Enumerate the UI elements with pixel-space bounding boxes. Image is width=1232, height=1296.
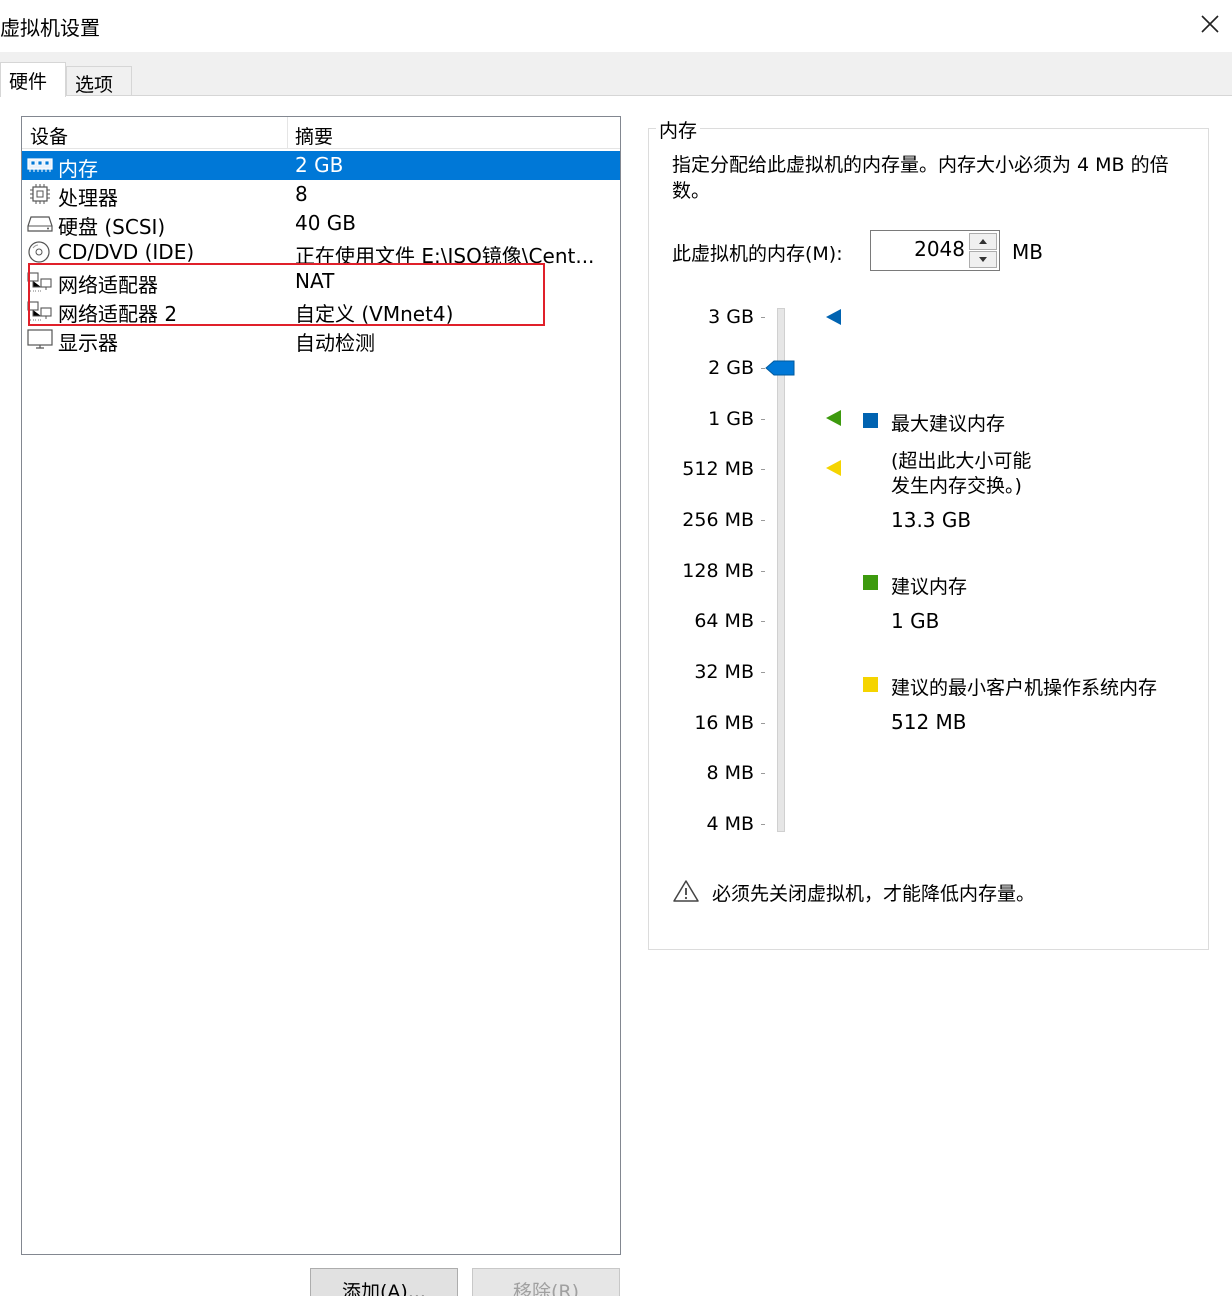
device-row-cd-dvd[interactable]: CD/DVD (IDE) 正在使用文件 E:\ISO镜像\Cent... (22, 238, 620, 268)
device-name: 硬盘 (SCSI) (58, 215, 166, 239)
close-icon[interactable] (1196, 10, 1224, 38)
device-name: 内存 (58, 157, 98, 181)
device-summary: 自定义 (VMnet4) (295, 302, 454, 326)
max-recommended-marker-icon (826, 309, 841, 325)
scale-tick (761, 824, 765, 825)
scale-tick (761, 469, 765, 470)
max-recommended-value: 13.3 GB (891, 508, 972, 532)
recommended-marker-icon (826, 410, 841, 426)
recommended-value: 1 GB (891, 609, 940, 633)
device-row-processor[interactable]: 处理器 8 (22, 180, 620, 210)
display-icon (27, 328, 53, 350)
scale-tick (761, 672, 765, 673)
scale-tick (761, 723, 765, 724)
scale-tick (761, 571, 765, 572)
scale-label: 1 GB (708, 408, 754, 430)
network-adapter-icon (27, 270, 53, 292)
add-button[interactable]: 添加(A)... (310, 1268, 458, 1296)
spin-down-button[interactable] (969, 251, 997, 268)
network-adapter-icon (27, 299, 53, 321)
memory-description: 指定分配给此虚拟机的内存量。内存大小必须为 4 MB 的倍数。 (672, 154, 1169, 202)
device-summary: 40 GB (295, 211, 357, 235)
device-name: 显示器 (58, 331, 118, 355)
device-list[interactable]: 设备 摘要 内存 2 GB 处理器 8 硬盘 (SCSI) 40 GB CD/D… (21, 116, 621, 1255)
device-name: 网络适配器 (58, 273, 158, 297)
device-row-network-adapter-2[interactable]: 网络适配器 2 自定义 (VMnet4) (22, 296, 620, 326)
device-summary: 自动检测 (295, 331, 375, 355)
spin-up-button[interactable] (969, 233, 997, 250)
max-recommended-legend-icon (863, 413, 878, 428)
max-recommended-note: (超出此大小可能 (891, 450, 1032, 472)
device-summary: 2 GB (295, 153, 344, 177)
scale-label: 512 MB (682, 458, 754, 480)
summary-column-header[interactable]: 摘要 (295, 122, 333, 149)
device-name: 处理器 (58, 186, 118, 210)
warning-text: 必须先关闭虚拟机，才能降低内存量。 (712, 883, 1036, 905)
scale-label: 256 MB (682, 509, 754, 531)
min-guest-title: 建议的最小客户机操作系统内存 (891, 677, 1158, 699)
processor-icon (27, 183, 53, 205)
harddisk-icon (27, 212, 53, 234)
memory-size-input[interactable]: 2048 (870, 230, 1000, 271)
tab-content: 设备 摘要 内存 2 GB 处理器 8 硬盘 (SCSI) 40 GB CD/D… (0, 95, 1232, 1296)
scale-label: 16 MB (694, 712, 754, 734)
memory-icon (27, 154, 53, 176)
recommended-legend-icon (863, 575, 878, 590)
scale-label: 8 MB (706, 762, 754, 784)
device-name: CD/DVD (IDE) (58, 240, 195, 264)
cd-dvd-icon (27, 241, 53, 263)
min-guest-marker-icon (826, 460, 841, 476)
scale-tick (761, 621, 765, 622)
warning-icon (673, 879, 699, 903)
device-row-harddisk[interactable]: 硬盘 (SCSI) 40 GB (22, 209, 620, 239)
scale-tick (761, 520, 765, 521)
device-name: 网络适配器 2 (58, 302, 178, 326)
device-row-network-adapter[interactable]: 网络适配器 NAT (22, 267, 620, 297)
window-title: 虚拟机设置 (0, 16, 100, 40)
scale-tick (761, 419, 765, 420)
min-guest-legend-icon (863, 677, 878, 692)
remove-button[interactable]: 移除(R) (472, 1268, 620, 1296)
column-separator[interactable] (287, 117, 288, 149)
scale-label: 32 MB (694, 661, 754, 683)
device-list-header: 设备 摘要 (22, 117, 620, 149)
memory-input-label: 此虚拟机的内存(M): (672, 243, 843, 265)
memory-unit: MB (1012, 240, 1043, 264)
memory-value[interactable]: 2048 (914, 237, 965, 261)
device-summary: 正在使用文件 E:\ISO镜像\Cent... (295, 244, 595, 268)
scale-label: 64 MB (694, 610, 754, 632)
device-summary: NAT (295, 269, 335, 293)
memory-slider-thumb[interactable] (764, 360, 796, 376)
tab-hardware[interactable]: 硬件 (0, 62, 66, 97)
memory-slider-track[interactable] (777, 308, 785, 832)
min-guest-value: 512 MB (891, 710, 967, 734)
scale-label: 128 MB (682, 560, 754, 582)
device-row-display[interactable]: 显示器 自动检测 (22, 325, 620, 355)
title-bar: 虚拟机设置 (0, 0, 1232, 52)
scale-label: 3 GB (708, 306, 754, 328)
device-summary: 8 (295, 182, 308, 206)
memory-group-title: 内存 (656, 116, 701, 143)
scale-tick (761, 317, 765, 318)
scale-label: 2 GB (708, 357, 754, 379)
max-recommended-title: 最大建议内存 (891, 413, 1006, 435)
device-column-header[interactable]: 设备 (30, 122, 68, 149)
device-row-memory[interactable]: 内存 2 GB (22, 151, 620, 181)
tab-options[interactable]: 选项 (66, 66, 132, 96)
scale-tick (761, 773, 765, 774)
scale-label: 4 MB (706, 813, 754, 835)
max-recommended-note: 发生内存交换。) (891, 475, 1022, 497)
recommended-title: 建议内存 (891, 576, 968, 598)
